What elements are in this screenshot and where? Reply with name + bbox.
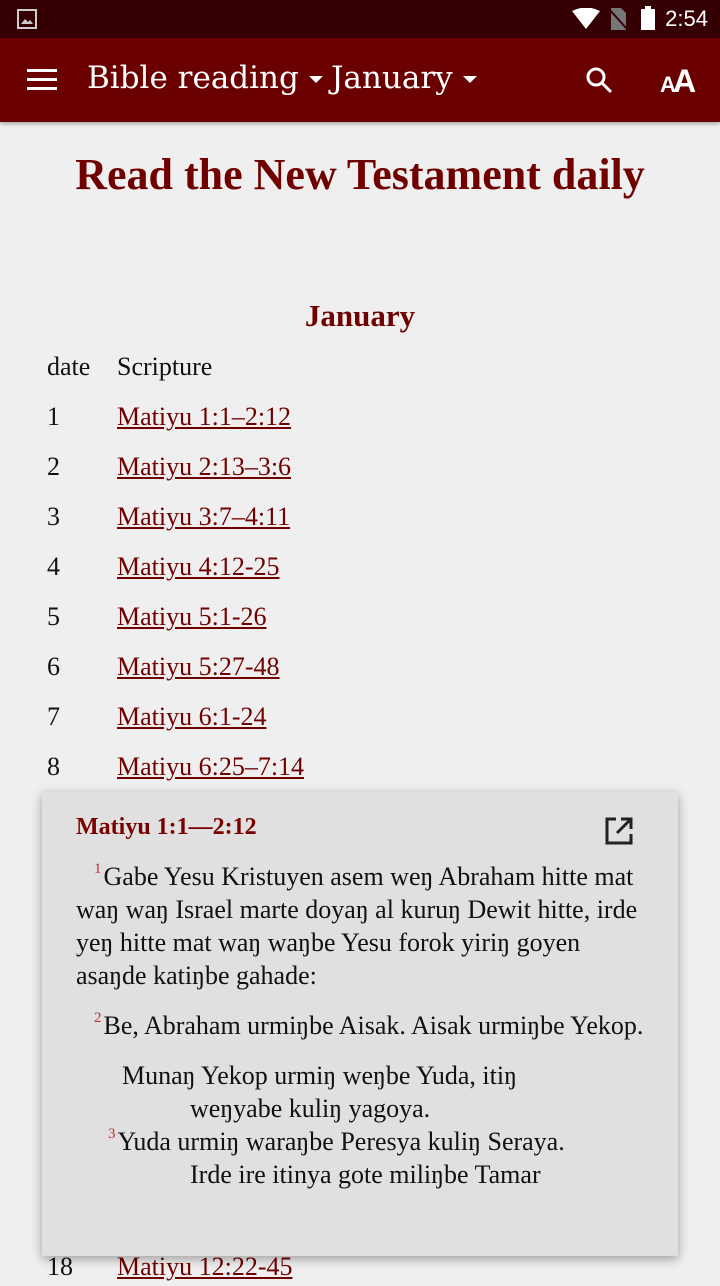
caret-down-icon xyxy=(462,76,477,83)
status-bar: 2:54 xyxy=(0,0,720,38)
verse-number: 2 xyxy=(94,1010,102,1026)
caret-down-icon xyxy=(308,76,323,83)
scripture-column-header: Scripture xyxy=(117,352,213,381)
clock: 2:54 xyxy=(665,6,708,31)
poetry-line: Irde ire itinya gote miliŋbe Tamar xyxy=(190,1160,541,1189)
text-size-icon[interactable]: AA xyxy=(660,64,696,94)
scripture-link[interactable]: Matiyu 12:22-45 xyxy=(117,1252,293,1282)
verse-number: 1 xyxy=(94,861,102,877)
date-cell: 5 xyxy=(47,602,60,631)
date-cell: 4 xyxy=(47,552,60,581)
month-label: January xyxy=(331,60,453,96)
open-external-icon[interactable] xyxy=(604,816,634,846)
svg-text:A: A xyxy=(673,64,696,94)
scripture-link[interactable]: Matiyu 4:12-25 xyxy=(117,552,280,582)
scripture-link[interactable]: Matiyu 6:25–7:14 xyxy=(117,752,304,782)
verse-3: 3Yuda urmiŋ waraŋbe Peresya kuliŋ Seraya… xyxy=(76,1125,646,1158)
wifi-icon xyxy=(572,8,600,29)
scripture-link[interactable]: Matiyu 5:27-48 xyxy=(117,652,280,682)
date-column-header: date xyxy=(47,352,91,381)
no-sim-icon xyxy=(608,8,628,30)
date-cell: 18 xyxy=(47,1252,73,1281)
verse-1: 1Gabe Yesu Kristuyen asem weŋ Abraham hi… xyxy=(76,860,646,992)
scripture-link[interactable]: Matiyu 6:1-24 xyxy=(117,702,267,732)
date-cell: 1 xyxy=(47,402,60,431)
date-cell: 8 xyxy=(47,752,60,781)
scripture-link[interactable]: Matiyu 3:7–4:11 xyxy=(117,502,290,532)
scripture-preview-popup: Matiyu 1:1—2:12 1Gabe Yesu Kristuyen ase… xyxy=(42,792,678,1256)
battery-icon xyxy=(641,6,655,30)
date-cell: 7 xyxy=(47,702,60,731)
month-heading: January xyxy=(304,298,416,333)
verse-2: 2Be, Abraham urmiŋbe Aisak. Aisak urmiŋb… xyxy=(76,1009,646,1042)
page-title: Read the New Testament daily xyxy=(75,150,645,199)
popup-reference: Matiyu 1:1—2:12 xyxy=(76,814,257,840)
scripture-link[interactable]: Matiyu 1:1–2:12 xyxy=(117,402,291,432)
verse-number: 3 xyxy=(108,1126,116,1142)
reading-plan-dropdown[interactable]: Bible reading xyxy=(87,60,323,96)
date-cell: 3 xyxy=(47,502,60,531)
scripture-link[interactable]: Matiyu 2:13–3:6 xyxy=(117,452,291,482)
app-bar: Bible reading January AA xyxy=(0,38,720,122)
image-notification-icon xyxy=(17,9,37,29)
verse-text: Be, Abraham urmiŋbe Aisak. Aisak urmiŋbe… xyxy=(103,1011,644,1040)
reading-plan-label: Bible reading xyxy=(87,60,299,96)
verse-text: Yuda urmiŋ waraŋbe Peresya kuliŋ Seraya. xyxy=(117,1127,565,1156)
popup-scripture-text: 1Gabe Yesu Kristuyen asem weŋ Abraham hi… xyxy=(76,860,646,1244)
date-cell: 6 xyxy=(47,652,60,681)
date-cell: 2 xyxy=(47,452,60,481)
poetry-line: weŋyabe kuliŋ yagoya. xyxy=(190,1094,431,1123)
menu-icon[interactable] xyxy=(27,69,57,91)
scripture-link[interactable]: Matiyu 5:1-26 xyxy=(117,602,267,632)
month-dropdown[interactable]: January xyxy=(331,60,477,96)
poetry-line: Munaŋ Yekop urmiŋ weŋbe Yuda, itiŋ xyxy=(122,1061,517,1090)
verse-text: Gabe Yesu Kristuyen asem weŋ Abraham hit… xyxy=(76,862,638,990)
search-icon[interactable] xyxy=(585,66,613,94)
